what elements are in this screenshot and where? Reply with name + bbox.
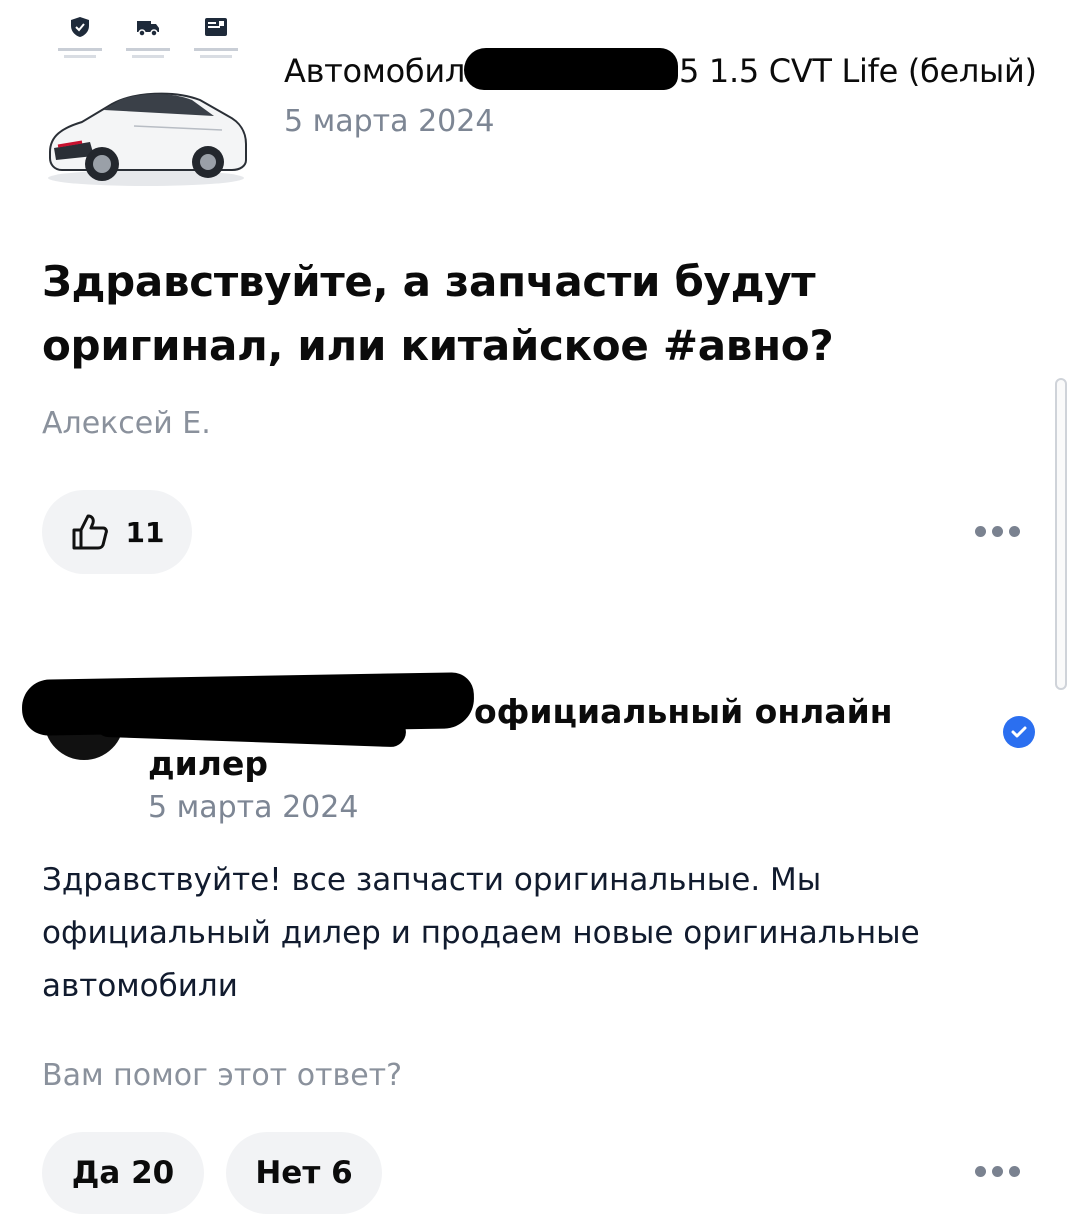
question-more-icon[interactable] [975,526,1020,537]
like-count: 11 [125,515,165,549]
product-title-suffix: 5 1.5 CVT Life (белый) [678,52,1037,90]
scrollbar[interactable] [1055,378,1067,690]
like-button[interactable]: 11 [42,490,192,574]
delivery-truck-icon [118,16,178,58]
qa-page: Автомобил 5 1.5 CVT Life (белый) 5 марта … [0,0,1080,1216]
document-icon [186,16,246,58]
product-date: 5 марта 2024 [284,104,495,139]
product-header[interactable]: Автомобил 5 1.5 CVT Life (белый) 5 марта … [40,14,1040,194]
helpful-no-button[interactable]: Нет 6 [226,1132,382,1214]
product-badges [50,16,250,62]
helpful-no-label: Нет 6 [255,1155,353,1191]
helpful-yes-button[interactable]: Да 20 [42,1132,204,1214]
answer-more-icon[interactable] [975,1166,1020,1177]
thumbs-up-icon [72,514,108,550]
product-title-prefix: Автомобил [284,52,465,90]
question-text: Здравствуйте, а запчасти будут оригинал,… [42,257,834,370]
helpful-question: Вам помог этот ответ? [42,1058,403,1093]
verified-badge-icon [1003,716,1035,748]
helpful-yes-label: Да 20 [71,1155,175,1191]
answer-date: 5 марта 2024 [148,790,359,825]
question-author: Алексей Е. [42,406,211,441]
product-thumbnail[interactable] [40,14,252,192]
redaction-mark [464,48,678,90]
shield-check-icon [50,16,110,58]
answer-text: Здравствуйте! все запчасти оригинальные.… [42,862,920,1004]
car-image [48,92,247,186]
